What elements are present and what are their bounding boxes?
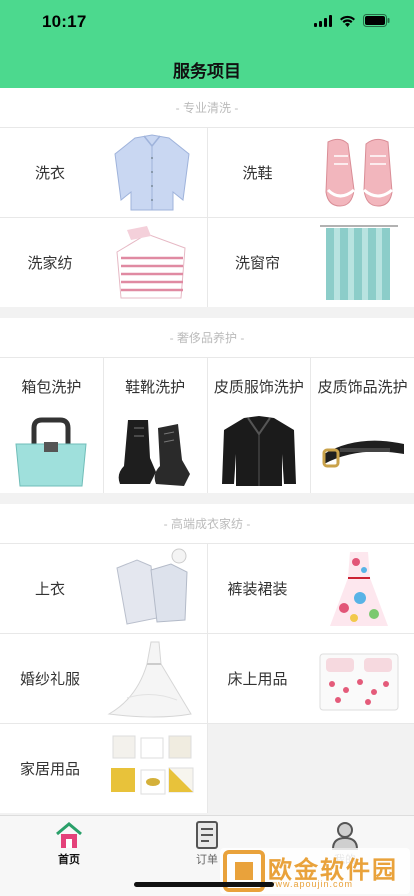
service-label: 洗家纺 xyxy=(27,255,73,272)
status-icons xyxy=(314,14,390,27)
service-wedding-gown[interactable]: 婚纱礼服 xyxy=(0,634,207,723)
section-luxury-care: - 奢侈品养护 - 箱包洗护 鞋靴洗护 皮质服饰洗护 皮质饰品洗护 xyxy=(0,318,414,493)
bed-image xyxy=(314,638,404,719)
service-laundry[interactable]: 洗衣 xyxy=(0,128,207,217)
section-premium-apparel: - 高端成衣家纺 - 上衣 裤装裙装 婚纱礼服 床上用品 家居用品 xyxy=(0,504,414,813)
service-label: 鞋靴洗护 xyxy=(125,379,186,396)
service-label: 皮质饰品洗护 xyxy=(317,379,408,396)
service-bag-care[interactable]: 箱包洗护 xyxy=(0,358,103,493)
tab-label: 首页 xyxy=(58,854,80,866)
service-curtain-wash[interactable]: 洗窗帘 xyxy=(207,218,414,307)
status-time: 10:17 xyxy=(42,12,87,31)
service-boot-care[interactable]: 鞋靴洗护 xyxy=(103,358,207,493)
section-title: - 奢侈品养护 - xyxy=(0,318,414,358)
blouses-image xyxy=(106,548,197,629)
service-pants-skirts[interactable]: 裤装裙装 xyxy=(207,544,414,633)
service-leather-apparel-care[interactable]: 皮质服饰洗护 xyxy=(207,358,311,493)
cushions-image xyxy=(106,728,197,809)
section-title: - 专业清洗 - xyxy=(0,88,414,128)
belt-image xyxy=(322,440,404,468)
status-bar: 10:17 xyxy=(0,0,414,44)
curtains-image xyxy=(314,222,404,303)
service-label: 皮质服饰洗护 xyxy=(213,379,304,396)
page-title: 服务项目 xyxy=(173,62,241,81)
order-icon xyxy=(196,821,218,849)
service-label: 家居用品 xyxy=(19,761,80,778)
empty-cell xyxy=(207,724,414,813)
service-label: 箱包洗护 xyxy=(21,379,82,396)
wedding-dress-image xyxy=(106,641,192,718)
leather-jacket-image xyxy=(221,416,296,486)
leather-boots-image xyxy=(118,420,191,486)
tab-home[interactable]: 首页 xyxy=(0,816,138,896)
service-shoe-wash[interactable]: 洗鞋 xyxy=(207,128,414,217)
service-label: 床上用品 xyxy=(227,671,288,688)
floral-dress-image xyxy=(314,548,404,629)
section-professional-cleaning: - 专业清洗 - 洗衣 洗鞋 洗家纺 洗窗帘 xyxy=(0,88,414,307)
shirt-image xyxy=(106,132,197,213)
wifi-icon xyxy=(340,15,355,27)
service-label: 上衣 xyxy=(34,581,65,598)
service-home-goods[interactable]: 家居用品 xyxy=(0,724,207,813)
service-bedding[interactable]: 床上用品 xyxy=(207,634,414,723)
handbag-image xyxy=(15,417,87,487)
service-home-textile[interactable]: 洗家纺 xyxy=(0,218,207,307)
battery-icon xyxy=(363,14,390,27)
home-icon xyxy=(56,822,82,848)
app-header: 10:17 服务项目 xyxy=(0,0,414,88)
profile-icon xyxy=(331,822,359,850)
section-title: - 高端成衣家纺 - xyxy=(0,504,414,544)
service-label: 洗衣 xyxy=(34,165,65,182)
bedding-striped-image xyxy=(106,222,197,303)
service-tops[interactable]: 上衣 xyxy=(0,544,207,633)
sneakers-image xyxy=(314,132,404,213)
service-label: 婚纱礼服 xyxy=(19,671,80,688)
service-label: 洗鞋 xyxy=(242,165,273,182)
watermark: 欧金软件园 www.apoujin.com xyxy=(220,848,410,894)
service-label: 裤装裙装 xyxy=(227,581,288,598)
signal-icon xyxy=(314,14,332,27)
service-leather-accessory-care[interactable]: 皮质饰品洗护 xyxy=(311,358,414,493)
home-indicator xyxy=(134,882,274,887)
watermark-url: www.apoujin.com xyxy=(268,879,354,889)
service-label: 洗窗帘 xyxy=(234,255,280,272)
